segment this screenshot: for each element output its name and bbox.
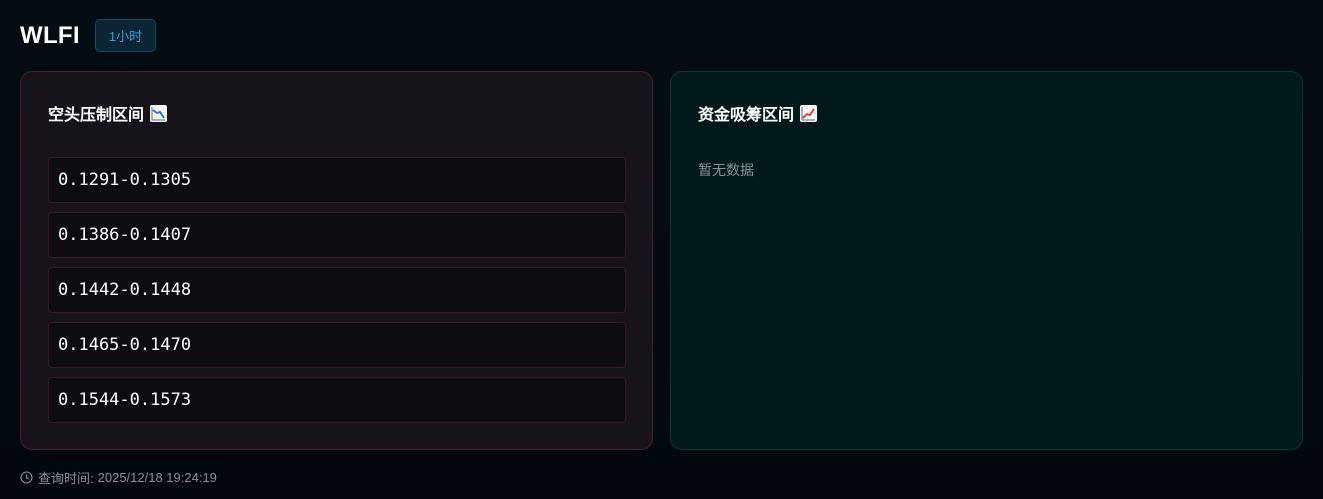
timeframe-button[interactable]: 1小时 — [94, 19, 157, 52]
query-time-footer: 查询时间: 2025/12/18 19:24:19 — [20, 468, 217, 487]
short-panel-title: 空头压制区间 — [48, 101, 168, 125]
short-panel-title-text: 空头压制区间 — [48, 107, 145, 124]
short-zone-item[interactable]: 0.1544-0.1573 — [48, 377, 626, 423]
short-zone-item[interactable]: 0.1465-0.1470 — [48, 322, 626, 368]
short-zone-item[interactable]: 0.1291-0.1305 — [48, 157, 626, 203]
short-suppression-panel: 空头压制区间 0.1291-0.1305 0.1386-0.1407 0.144… — [20, 71, 653, 450]
short-zone-item[interactable]: 0.1386-0.1407 — [48, 212, 626, 258]
header: WLFI 1小时 — [20, 19, 157, 52]
chart-increasing-icon — [800, 104, 818, 122]
symbol-title: WLFI — [20, 21, 80, 49]
accumulation-panel: 资金吸筹区间 暂无数据 — [670, 71, 1303, 450]
short-zone-list: 0.1291-0.1305 0.1386-0.1407 0.1442-0.144… — [48, 157, 626, 432]
long-panel-title-text: 资金吸筹区间 — [698, 107, 795, 124]
long-panel-title: 资金吸筹区间 — [698, 101, 818, 125]
clock-icon — [20, 471, 33, 484]
empty-state-text: 暂无数据 — [698, 162, 754, 178]
query-time-label: 查询时间: — [38, 471, 94, 486]
chart-decreasing-icon — [150, 104, 168, 122]
short-zone-item[interactable]: 0.1442-0.1448 — [48, 267, 626, 313]
query-time-value: 2025/12/18 19:24:19 — [97, 470, 217, 485]
